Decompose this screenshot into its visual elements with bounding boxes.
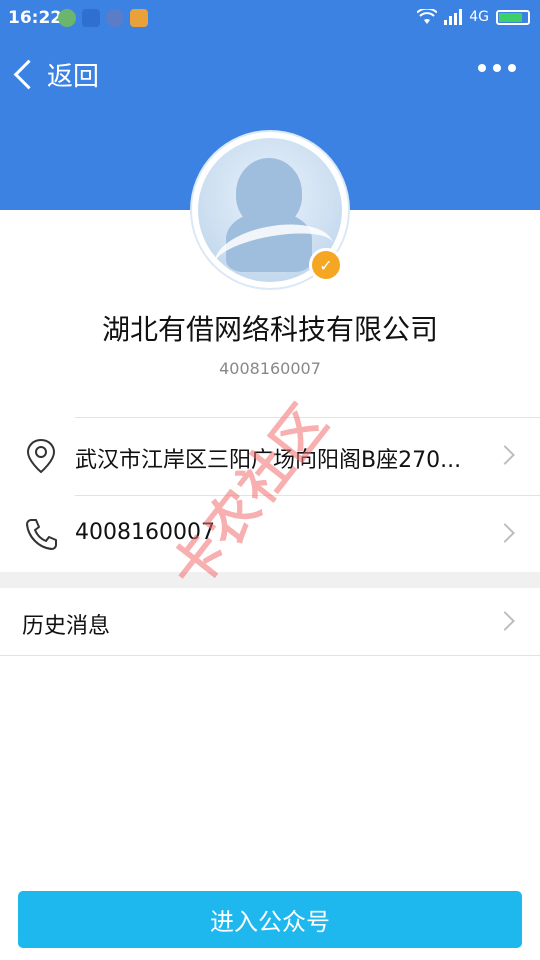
chevron-left-icon xyxy=(13,59,44,90)
chevron-right-icon xyxy=(495,523,515,543)
avatar[interactable]: ✓ xyxy=(192,132,348,288)
phone-text: 4008160007 xyxy=(75,520,215,545)
history-label: 历史消息 xyxy=(22,614,111,639)
divider xyxy=(0,655,540,656)
company-id: 4008160007 xyxy=(219,359,321,378)
wifi-icon xyxy=(417,9,438,24)
location-pin-icon xyxy=(26,438,56,474)
more-dot-icon xyxy=(508,64,516,72)
maps-notification-icon xyxy=(130,9,148,27)
enter-official-account-button[interactable]: 进入公众号 xyxy=(18,891,522,948)
notification-icons xyxy=(58,9,148,27)
app-notification-icon xyxy=(58,9,76,27)
chevron-right-icon xyxy=(495,445,515,465)
section-separator xyxy=(0,572,540,588)
address-text: 武汉市江岸区三阳广场向阳阁B座270... xyxy=(75,448,462,473)
back-label: 返回 xyxy=(47,62,100,92)
phone-icon xyxy=(26,519,57,550)
browser-notification-icon xyxy=(106,9,124,27)
history-messages-row[interactable]: 历史消息 xyxy=(0,588,540,654)
address-row[interactable]: 武汉市江岸区三阳广场向阳阁B座270... xyxy=(0,418,540,494)
chevron-right-icon xyxy=(495,611,515,631)
company-name: 湖北有借网络科技有限公司 xyxy=(101,313,438,346)
status-bar: 16:22 4G xyxy=(0,0,540,36)
scan-notification-icon xyxy=(82,9,100,27)
back-button[interactable]: 返回 xyxy=(10,56,99,93)
more-options-button[interactable] xyxy=(478,64,516,72)
network-type: 4G xyxy=(469,9,489,25)
more-dot-icon xyxy=(493,64,501,72)
status-indicators: 4G xyxy=(417,9,530,25)
phone-row[interactable]: 4008160007 xyxy=(0,496,540,572)
battery-icon xyxy=(496,9,530,25)
verified-badge-icon: ✓ xyxy=(309,248,343,282)
status-time: 16:22 xyxy=(8,8,63,28)
more-dot-icon xyxy=(478,64,486,72)
signal-icon xyxy=(444,9,463,25)
